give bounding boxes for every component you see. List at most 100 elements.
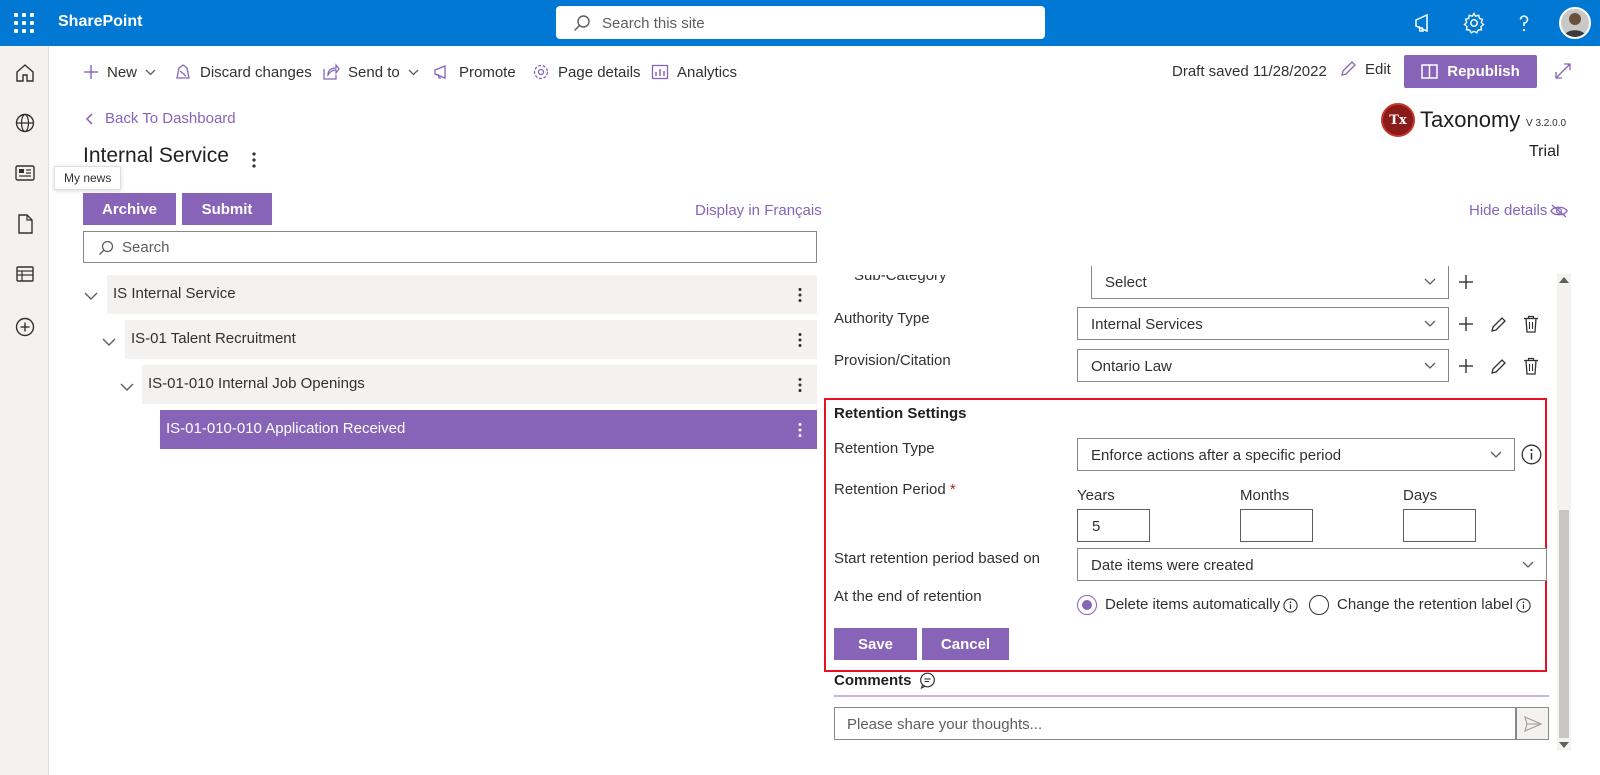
gear-icon [533,64,549,80]
required-marker: * [949,481,956,498]
add-icon[interactable] [1458,358,1474,374]
start-retention-dropdown[interactable]: Date items were created [1077,548,1547,581]
months-input[interactable] [1240,509,1313,542]
chevron-down-icon[interactable] [120,383,134,392]
analytics-button[interactable]: Analytics [651,60,737,84]
display-language-link[interactable]: Display in Français [695,202,822,219]
product-name: Taxonomy [1420,107,1521,132]
create-add-icon[interactable] [14,316,36,338]
more-options-icon[interactable] [797,287,803,303]
promote-button[interactable]: Promote [433,60,516,84]
home-icon[interactable] [14,62,36,84]
tree-node-talent-recruitment[interactable]: IS-01 Talent Recruitment [125,320,817,359]
sub-category-label: Sub-Category [854,267,947,284]
lists-icon[interactable] [14,263,36,285]
years-value: 5 [1092,518,1101,535]
republish-button[interactable]: Republish [1404,55,1537,88]
cancel-button[interactable]: Cancel [922,628,1009,660]
comments-header: Comments [834,672,936,689]
save-button[interactable]: Save [834,628,917,660]
provision-citation-label: Provision/Citation [834,352,951,369]
change-label-radio[interactable] [1309,595,1329,615]
retention-settings-title: Retention Settings [834,405,967,422]
info-icon[interactable] [1516,598,1531,613]
eye-off-icon [1550,204,1569,217]
license-status: Trial [1529,143,1560,160]
search-icon [99,240,114,255]
pencil-icon[interactable] [1490,316,1507,333]
days-input[interactable] [1403,509,1476,542]
discard-changes-button[interactable]: Discard changes [174,60,312,84]
pencil-icon[interactable] [1490,358,1507,375]
add-icon[interactable] [1458,316,1474,332]
archive-button[interactable]: Archive [83,193,176,225]
hide-details-link[interactable]: Hide details [1469,202,1569,219]
expand-icon[interactable] [1554,62,1572,80]
trash-icon[interactable] [1523,357,1539,375]
comment-input[interactable]: Please share your thoughts... [834,707,1516,740]
user-avatar[interactable] [1559,7,1591,39]
tree-node-application-received[interactable]: IS-01-010-010 Application Received [160,410,817,449]
end-of-retention-label: At the end of retention [834,588,982,605]
provision-citation-value: Ontario Law [1091,358,1172,375]
add-icon[interactable] [1458,274,1474,290]
chevron-down-icon[interactable] [84,292,98,301]
more-options-icon[interactable] [797,377,803,393]
files-icon[interactable] [14,213,36,235]
help-icon[interactable] [1512,11,1536,35]
search-icon [574,15,590,31]
chevron-down-icon [1490,451,1502,458]
info-icon[interactable] [1521,444,1542,465]
sub-category-value: Select [1105,274,1147,291]
megaphone-icon[interactable] [1412,11,1436,35]
news-icon[interactable] [14,162,36,184]
trash-icon[interactable] [1523,315,1539,333]
change-label-text[interactable]: Change the retention label [1337,596,1513,613]
authority-type-dropdown[interactable]: Internal Services [1077,307,1449,340]
more-options-icon[interactable] [244,150,264,170]
chevron-down-icon [408,69,419,75]
chevron-down-icon[interactable] [102,338,116,347]
tree-node-internal-job-openings[interactable]: IS-01-010 Internal Job Openings [142,365,817,404]
chevron-down-icon [1424,278,1436,285]
send-comment-button[interactable] [1516,707,1549,740]
details-scrollbar-thumb[interactable] [1559,510,1569,738]
app-name[interactable]: SharePoint [58,13,142,31]
site-search-box[interactable]: Search this site [556,6,1045,39]
chevron-down-icon [145,69,156,75]
more-options-icon[interactable] [797,332,803,348]
new-button[interactable]: New [83,60,164,84]
retention-type-dropdown[interactable]: Enforce actions after a specific period [1077,438,1515,471]
sites-globe-icon[interactable] [14,112,36,134]
back-to-dashboard-link[interactable]: Back To Dashboard [85,110,236,127]
draft-status: Draft saved 11/28/2022 [1172,63,1327,80]
info-icon[interactable] [1283,598,1298,613]
scroll-up-arrow-icon[interactable] [1559,277,1569,283]
chevron-down-icon [1522,561,1534,568]
submit-button[interactable]: Submit [182,193,272,225]
tree-node-is-internal-service[interactable]: IS Internal Service [107,275,817,314]
edit-button[interactable]: Edit [1339,60,1391,78]
more-options-icon[interactable] [797,422,803,438]
plus-icon [84,65,98,79]
app-launcher-icon[interactable] [14,13,34,33]
days-label: Days [1403,487,1438,504]
years-input[interactable]: 5 [1077,509,1150,542]
page-title: Internal Service [83,144,229,167]
page-details-button[interactable]: Page details [532,60,641,84]
settings-gear-icon[interactable] [1462,11,1486,35]
scroll-down-arrow-icon[interactable] [1559,742,1569,748]
page-details-label: Page details [558,63,641,81]
tree-search-input[interactable]: Search [83,231,817,263]
delete-items-radio[interactable] [1077,595,1097,615]
tree-node-label: IS Internal Service [113,285,236,302]
suite-bar: SharePoint Search this site [0,0,1600,46]
send-to-button[interactable]: Send to [322,60,427,84]
authority-type-value: Internal Services [1091,316,1203,333]
retention-type-value: Enforce actions after a specific period [1091,447,1342,464]
delete-items-label[interactable]: Delete items automatically [1105,596,1280,613]
sub-category-dropdown[interactable]: Select [1091,266,1449,299]
years-label: Years [1077,487,1115,504]
chevron-left-icon [85,112,93,125]
provision-citation-dropdown[interactable]: Ontario Law [1077,349,1449,382]
